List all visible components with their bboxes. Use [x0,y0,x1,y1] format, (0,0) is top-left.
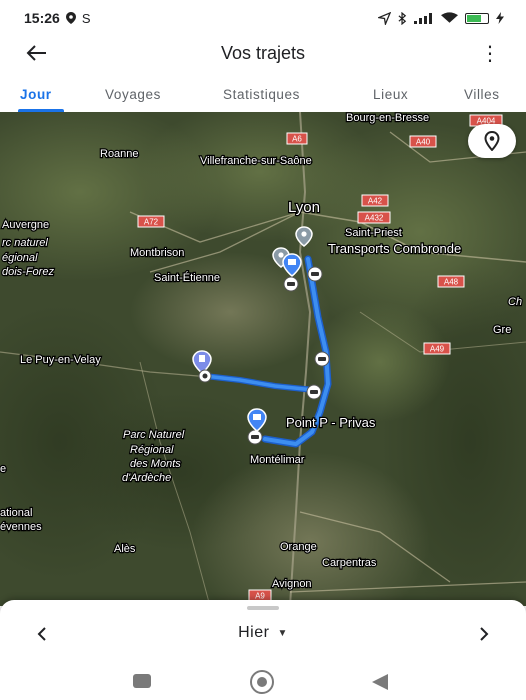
place-parc-ardeche-4: d'Ardèche [122,472,171,484]
signal-icon [414,12,432,24]
car-icon[interactable] [306,384,322,400]
place-transports-combronde: Transports Combronde [328,241,461,256]
place-parc-ardeche-2: Régional [130,444,174,456]
place-national: ational [0,507,32,519]
status-extra-icon: S [81,10,91,26]
location-pin-outline-icon [484,131,500,151]
place-parc-forez-1: rc naturel [2,237,48,249]
tab-bar: Jour Voyages Statistiques Lieux Villes [0,76,526,112]
home-button[interactable] [250,670,274,694]
place-grenoble-partial: Gre [493,324,511,336]
place-lyon: Lyon [288,199,320,216]
tab-statistiques[interactable]: Statistiques [223,76,300,112]
bluetooth-icon [398,11,407,25]
car-icon[interactable] [283,276,299,292]
place-parc-forez-2: égional [2,252,38,264]
svg-text:A432: A432 [365,214,384,223]
charging-icon [496,12,504,24]
wifi-icon [441,12,458,23]
place-parc-forez-3: dois-Forez [2,266,54,278]
place-orange: Orange [280,541,317,553]
place-parc-ardeche-3: des Monts [130,458,181,470]
place-villefranche: Villefranche-sur-Saône [200,155,312,167]
svg-text:A49: A49 [430,345,445,354]
clock: 15:26 [24,10,60,26]
satellite-map: A6 A40 A404 A42 A432 A72 A48 A49 A9 Bour… [0,112,526,606]
day-label: Hier [238,624,270,641]
svg-text:A40: A40 [416,138,431,147]
place-ales: Alès [114,543,136,555]
place-roanne: Roanne [100,148,139,160]
system-back-button[interactable] [372,674,388,690]
svg-text:A48: A48 [444,278,459,287]
more-vert-icon: ⋮ [480,42,500,65]
day-navigation-sheet: Hier ▼ [0,600,526,662]
place-avignon: Avignon [272,578,312,590]
tab-lieux[interactable]: Lieux [373,76,408,112]
back-button[interactable] [22,40,52,66]
more-options-button[interactable]: ⋮ [480,42,500,65]
place-bourg: Bourg-en-Bresse [346,112,429,124]
place-parc-ardeche-1: Parc Naturel [123,429,185,441]
chevron-right-icon [480,627,489,641]
app-bar: Vos trajets ⋮ [0,36,526,70]
place-saint-etienne: Saint-Étienne [154,271,220,284]
place-chartreuse-partial: Ch [508,296,522,308]
battery-icon [465,12,489,24]
arrow-back-icon [26,45,46,61]
place-le-puy: Le Puy-en-Velay [20,354,101,366]
sheet-handle[interactable] [247,606,279,610]
car-icon[interactable] [198,369,212,383]
place-montelimar: Montélimar [250,454,305,466]
svg-text:A6: A6 [292,135,302,144]
road-a72: A72 [137,215,165,228]
status-bar: 15:26 S [0,0,526,36]
tab-jour[interactable]: Jour [20,76,52,112]
road-a48: A48 [437,275,465,288]
location-status-icon [65,12,76,24]
place-point-p-privas: Point P - Privas [286,415,376,430]
dropdown-arrow-icon: ▼ [277,627,288,639]
navigation-arrow-icon [378,11,391,25]
car-icon[interactable] [314,351,330,367]
svg-text:A42: A42 [368,197,383,206]
tab-voyages[interactable]: Voyages [105,76,161,112]
place-auvergne: Auvergne [2,219,49,231]
next-day-button[interactable] [472,622,496,646]
car-icon[interactable] [247,429,263,445]
my-location-button[interactable] [468,124,516,158]
place-edge-e: e [0,463,6,475]
road-a6: A6 [286,132,308,145]
recent-apps-button[interactable] [133,674,151,688]
road-a42: A42 [361,194,389,207]
road-a49: A49 [423,342,451,355]
tab-villes[interactable]: Villes [464,76,500,112]
place-montbrison: Montbrison [130,247,184,259]
svg-text:A72: A72 [144,218,159,227]
road-a432: A432 [357,211,391,224]
place-saint-priest: Saint-Priest [345,227,402,239]
place-carpentras: Carpentras [322,557,377,569]
system-navigation-bar [0,662,526,700]
day-selector[interactable]: Hier ▼ [0,624,526,642]
map-view[interactable]: A6 A40 A404 A42 A432 A72 A48 A49 A9 Bour… [0,112,526,606]
place-cevennes: évennes [0,521,42,533]
road-a40: A40 [409,135,437,148]
car-icon[interactable] [307,266,323,282]
page-title: Vos trajets [220,42,306,63]
